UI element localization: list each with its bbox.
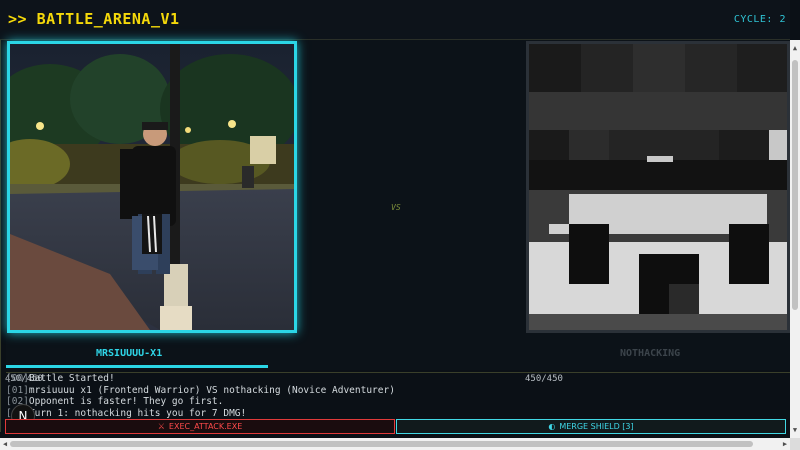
page-title: >> BATTLE_ARENA_V1	[8, 10, 180, 28]
attack-button[interactable]: ⚔ EXEC_ATTACK.EXE	[5, 419, 395, 434]
scroll-right-icon[interactable]: ▶	[780, 438, 790, 450]
enemy-pixel-avatar	[529, 44, 787, 330]
enemy-hp-text: 450/450	[525, 374, 563, 384]
log-line: [01]mrsiuuuu x1 (Frontend Warrior) VS no…	[6, 384, 395, 396]
battle-arena: MRSIUUUU-X1 VS NOTHACKING	[6, 40, 790, 370]
scrollbar-corner	[790, 438, 800, 450]
player-portrait	[7, 41, 297, 333]
log-line: [03]Turn 1: nothacking hits you for 7 DM…	[6, 407, 247, 419]
player-name: MRSIUUUU-X1	[96, 348, 163, 359]
scroll-down-icon[interactable]: ▼	[790, 424, 800, 436]
enemy-name: NOTHACKING	[620, 348, 681, 359]
battle-log: [00]Battle Started! [01]mrsiuuuu x1 (Fro…	[6, 373, 426, 419]
player-photo	[10, 44, 294, 330]
player-hp-bar	[6, 365, 268, 368]
scroll-left-icon[interactable]: ◀	[0, 438, 10, 450]
shield-button[interactable]: ◐ MERGE SHIELD [3]	[396, 419, 786, 434]
log-line: [02]Opponent is faster! They go first.	[6, 396, 224, 407]
log-line: [00]Battle Started!	[6, 373, 115, 384]
scrollbar-thumb[interactable]	[792, 60, 798, 310]
scrollbar-thumb[interactable]	[10, 441, 753, 447]
scroll-up-icon[interactable]: ▲	[790, 42, 800, 54]
shield-icon: ◐	[548, 422, 556, 431]
crossed-swords-icon: ⚔	[157, 422, 165, 431]
horizontal-scrollbar[interactable]: ◀ ▶	[0, 438, 790, 450]
vs-label: VS	[391, 203, 401, 212]
top-bar: >> BATTLE_ARENA_V1 CYCLE: 2	[0, 0, 790, 40]
vertical-scrollbar[interactable]: ▲ ▼	[790, 40, 800, 438]
enemy-portrait	[526, 41, 790, 333]
cycle-counter: CYCLE: 2	[733, 14, 786, 25]
